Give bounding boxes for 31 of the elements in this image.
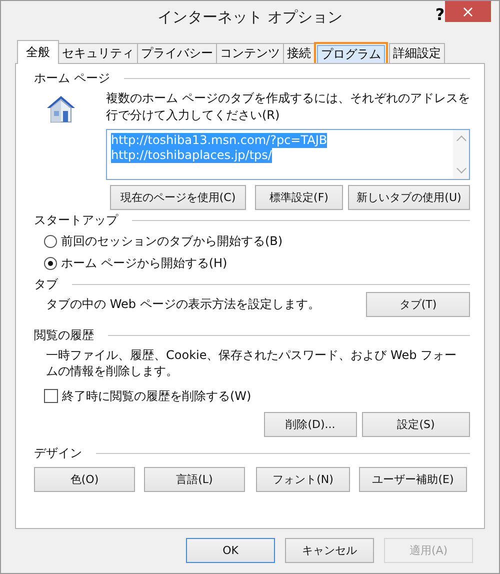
section-heading: デザイン: [34, 444, 82, 462]
radio-button[interactable]: [44, 256, 57, 270]
section-heading: スタートアップ: [34, 212, 118, 228]
button[interactable]: フォント(N): [256, 467, 350, 492]
button[interactable]: 言語(L): [144, 467, 245, 492]
button[interactable]: OK: [186, 538, 275, 563]
radio-label: ホーム ページから開始する(H): [61, 254, 228, 272]
checkbox-label: 終了時に閲覧の履歴を削除する(W): [62, 388, 252, 404]
checkbox[interactable]: [44, 389, 58, 403]
tab[interactable]: 詳細設定: [389, 43, 445, 63]
section-heading: ホーム ページ: [34, 70, 110, 86]
window-title: インターネット オプション: [158, 8, 342, 26]
section-heading: タブ: [34, 276, 58, 292]
tab[interactable]: 全般: [17, 40, 59, 64]
button[interactable]: ユーザー補助(E): [359, 467, 467, 492]
close-button[interactable]: ×: [445, 1, 491, 22]
button[interactable]: 現在のページを使用(C): [110, 185, 246, 210]
button[interactable]: 設定(S): [362, 412, 470, 437]
description-text: 一時ファイル、履歴、Cookie、保存されたパスワード、および Web フォームの情報を削除します。: [45, 347, 458, 379]
button[interactable]: キャンセル: [285, 538, 374, 563]
section-heading: 閲覧の履歴: [34, 326, 94, 344]
button[interactable]: 削除(D)...: [264, 412, 357, 437]
button[interactable]: 新しいタブの使用(U): [348, 185, 470, 210]
tab[interactable]: プログラム: [317, 45, 385, 63]
button[interactable]: 色(O): [34, 467, 135, 492]
description-text: 複数のホーム ページのタブを作成するには、それぞれのアドレスを行で分けて入力してください(R): [106, 90, 470, 124]
button[interactable]: タブ(T): [366, 292, 470, 317]
description-text: タブの中の Web ページの表示方法を設定します。: [46, 296, 320, 313]
button[interactable]: 標準設定(F): [255, 185, 343, 210]
radio-button[interactable]: [44, 234, 57, 248]
radio-label: 前回のセッションのタブから開始する(B): [61, 232, 283, 250]
